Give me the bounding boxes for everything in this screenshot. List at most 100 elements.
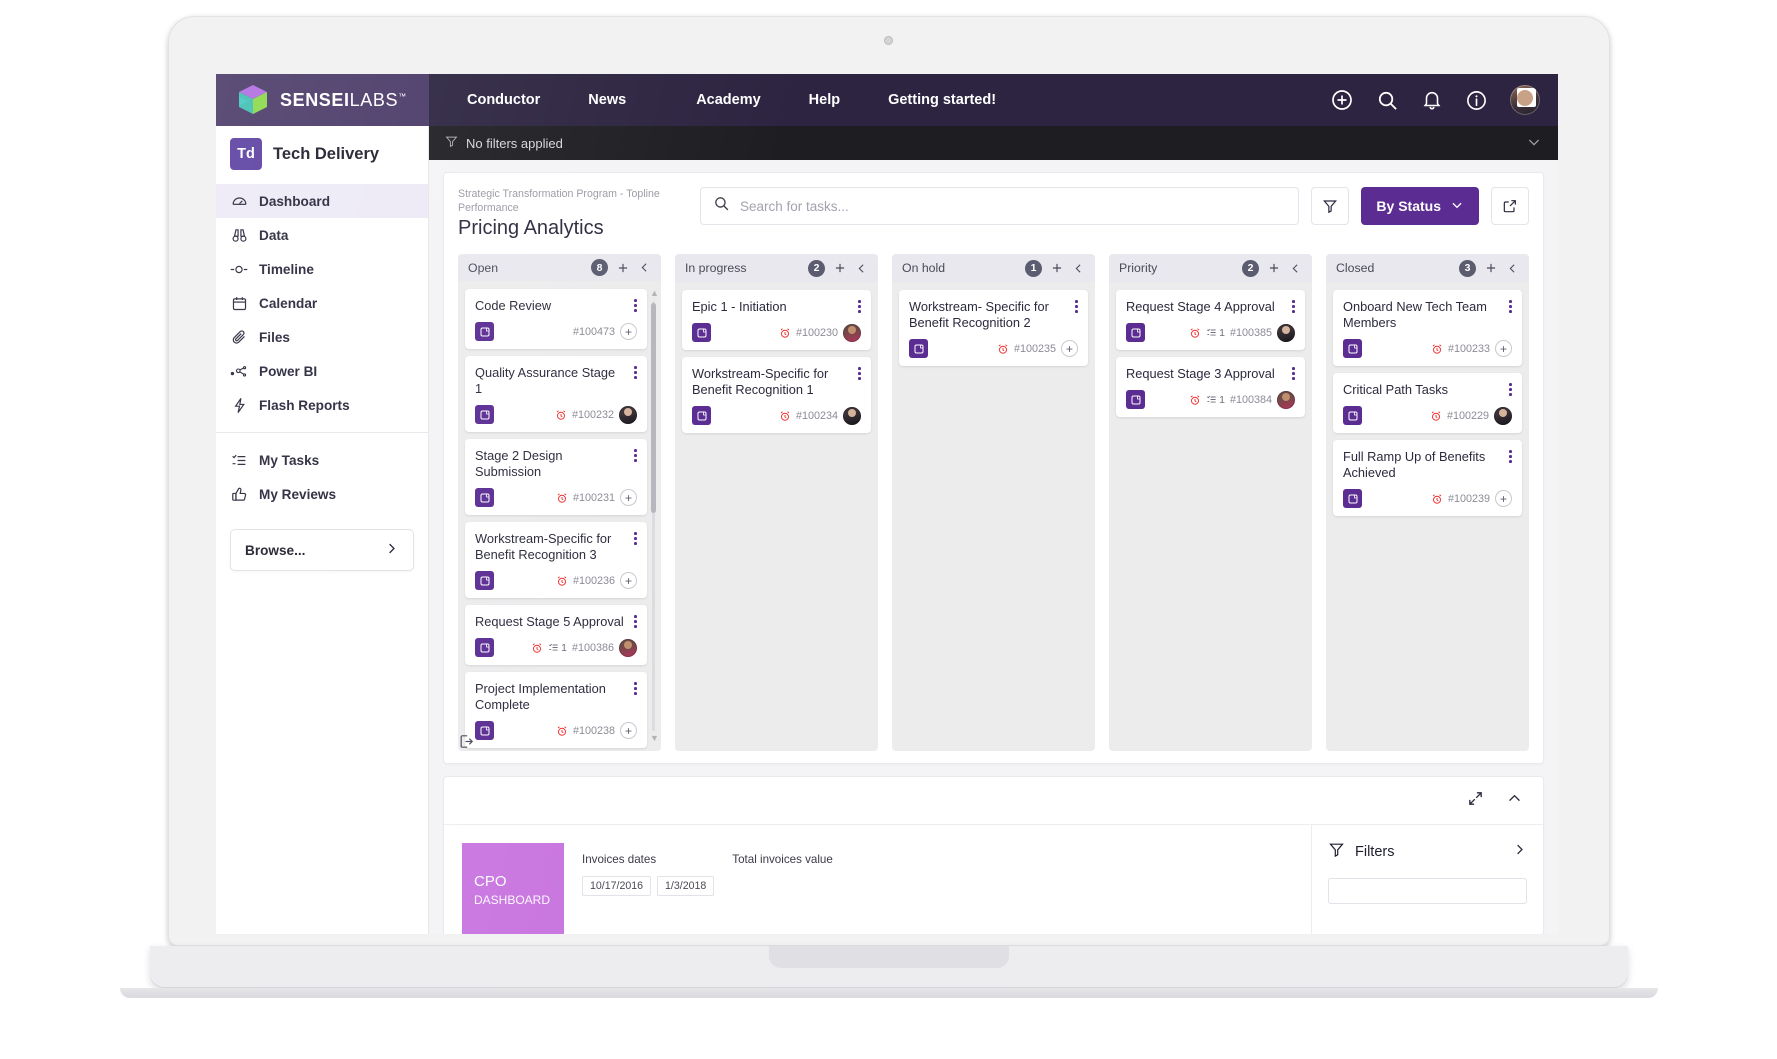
topnav-item-conductor[interactable]: Conductor <box>443 74 564 126</box>
assignee-avatar[interactable] <box>1494 406 1512 425</box>
assignee-avatar[interactable] <box>843 406 861 425</box>
sidebar-item-dashboard[interactable]: Dashboard <box>216 184 428 218</box>
brand-logo-area[interactable]: SENSEILABS™ <box>216 74 429 126</box>
task-menu-icon[interactable] <box>854 366 861 382</box>
sidebar-item-files[interactable]: Files <box>216 320 428 354</box>
gear-icon[interactable]: ⚙ <box>1517 88 1536 107</box>
topnav-item-news[interactable]: News <box>564 74 672 126</box>
add-subtask-button[interactable]: + <box>620 323 637 341</box>
bell-icon[interactable] <box>1421 89 1443 111</box>
task-card[interactable]: Code Review #100473 + <box>465 289 647 350</box>
sidebar-item-my-reviews[interactable]: My Reviews <box>216 477 428 511</box>
task-menu-icon[interactable] <box>630 365 637 381</box>
task-id: #100239 <box>1447 492 1490 505</box>
task-card[interactable]: Request Stage 3 Approval 1 #100384 <box>1116 357 1305 417</box>
sidebar-item-flash-reports[interactable]: Flash Reports <box>216 388 428 422</box>
add-task-icon[interactable] <box>1484 261 1498 275</box>
task-meta: #100231 + <box>556 489 637 507</box>
browse-button[interactable]: Browse... <box>230 529 414 571</box>
assignee-avatar[interactable] <box>1277 390 1295 409</box>
task-card[interactable]: Workstream-Specific for Benefit Recognit… <box>682 357 871 433</box>
add-subtask-button[interactable]: + <box>1495 340 1512 357</box>
expand-diagonal-icon[interactable] <box>1467 790 1484 812</box>
add-task-icon[interactable] <box>616 261 630 275</box>
workspace-header[interactable]: Td Tech Delivery <box>216 126 428 184</box>
chevron-down-icon[interactable] <box>1526 134 1542 153</box>
task-card[interactable]: Quality Assurance Stage 1 #100232 <box>465 356 647 433</box>
task-menu-icon[interactable] <box>630 614 637 630</box>
report-filter-input[interactable] <box>1328 878 1527 904</box>
alarm-icon <box>531 642 543 654</box>
assignee-avatar[interactable] <box>1277 323 1295 342</box>
board-footer-action[interactable] <box>458 733 475 755</box>
task-menu-icon[interactable] <box>1505 449 1512 465</box>
filter-bar-status[interactable]: No filters applied <box>445 135 563 151</box>
assignee-avatar[interactable] <box>619 405 637 424</box>
task-menu-icon[interactable] <box>1288 299 1295 315</box>
kpi-date-end[interactable]: 1/3/2018 <box>657 876 715 896</box>
topnav-item-getting-started[interactable]: Getting started! <box>864 74 1020 126</box>
group-by-button[interactable]: By Status <box>1361 187 1479 225</box>
sidebar-item-calendar[interactable]: Calendar <box>216 286 428 320</box>
task-card[interactable]: Full Ramp Up of Benefits Achieved #100239… <box>1333 440 1522 516</box>
add-subtask-button[interactable]: + <box>620 489 637 507</box>
sidebar-item-power-bi[interactable]: Power BI <box>216 354 428 388</box>
task-menu-icon[interactable] <box>1505 382 1512 398</box>
add-icon[interactable] <box>1330 88 1354 112</box>
task-card[interactable]: Critical Path Tasks #100229 <box>1333 373 1522 433</box>
task-menu-icon[interactable] <box>1288 366 1295 382</box>
scroll-down-arrow[interactable]: ▼ <box>650 734 659 743</box>
add-subtask-button[interactable]: + <box>1495 490 1512 507</box>
topnav-item-help[interactable]: Help <box>785 74 864 126</box>
collapse-column-icon[interactable] <box>1072 262 1085 275</box>
scroll-thumb[interactable] <box>651 303 656 514</box>
scroll-up-arrow[interactable]: ▲ <box>650 289 659 298</box>
add-task-icon[interactable] <box>1267 261 1281 275</box>
sidebar-item-timeline[interactable]: Timeline <box>216 252 428 286</box>
board-filter-button[interactable] <box>1311 187 1350 225</box>
task-card-top: Stage 2 Design Submission <box>475 448 637 480</box>
info-icon[interactable] <box>1465 89 1488 112</box>
task-card[interactable]: Request Stage 4 Approval 1 #100385 <box>1116 290 1305 350</box>
task-card[interactable]: Workstream- Specific for Benefit Recogni… <box>899 290 1088 366</box>
task-card[interactable]: Stage 2 Design Submission #100231 + <box>465 439 647 516</box>
open-external-button[interactable] <box>1491 187 1529 225</box>
assignee-avatar[interactable] <box>619 638 637 657</box>
column-scrollbar[interactable]: ▲ ▼ <box>650 289 659 743</box>
task-meta: #100229 <box>1430 406 1512 425</box>
task-card[interactable]: Workstream-Specific for Benefit Recognit… <box>465 522 647 599</box>
task-search[interactable] <box>700 187 1300 225</box>
add-subtask-button[interactable]: + <box>620 572 637 590</box>
task-card[interactable]: Request Stage 5 Approval 1 #100386 <box>465 605 647 666</box>
kanban-column-priority: Priority 2 Request Stage 4 Approval 1 #10038… <box>1109 254 1312 751</box>
sidebar-item-my-tasks[interactable]: My Tasks <box>216 443 428 477</box>
add-task-icon[interactable] <box>1050 261 1064 275</box>
search-input[interactable] <box>740 198 1287 214</box>
task-card[interactable]: Epic 1 - Initiation #100230 <box>682 290 871 350</box>
add-task-icon[interactable] <box>833 261 847 275</box>
task-card[interactable]: Project Implementation Complete #100238 + <box>465 672 647 749</box>
collapse-column-icon[interactable] <box>638 261 651 274</box>
avatar[interactable]: ⚙ <box>1510 85 1540 115</box>
kpi-date-start[interactable]: 10/17/2016 <box>582 876 652 896</box>
topnav-item-academy[interactable]: Academy <box>672 74 784 126</box>
chevron-up-icon[interactable] <box>1506 790 1523 812</box>
collapse-column-icon[interactable] <box>1506 262 1519 275</box>
report-filters-toggle[interactable]: Filters <box>1328 841 1527 862</box>
task-menu-icon[interactable] <box>854 299 861 315</box>
search-icon[interactable] <box>1376 89 1399 112</box>
assignee-avatar[interactable] <box>843 323 861 342</box>
task-menu-icon[interactable] <box>630 448 637 464</box>
add-subtask-button[interactable]: + <box>620 722 637 740</box>
task-menu-icon[interactable] <box>630 531 637 547</box>
sidebar-item-data[interactable]: Data <box>216 218 428 252</box>
collapse-column-icon[interactable] <box>855 262 868 275</box>
task-menu-icon[interactable] <box>1071 299 1078 315</box>
task-card[interactable]: Onboard New Tech Team Members #100233 + <box>1333 290 1522 366</box>
task-menu-icon[interactable] <box>1505 299 1512 315</box>
add-subtask-button[interactable]: + <box>1061 340 1078 357</box>
task-menu-icon[interactable] <box>630 298 637 314</box>
task-menu-icon[interactable] <box>630 681 637 697</box>
collapse-column-icon[interactable] <box>1289 262 1302 275</box>
column-header: Priority 2 <box>1109 254 1312 282</box>
